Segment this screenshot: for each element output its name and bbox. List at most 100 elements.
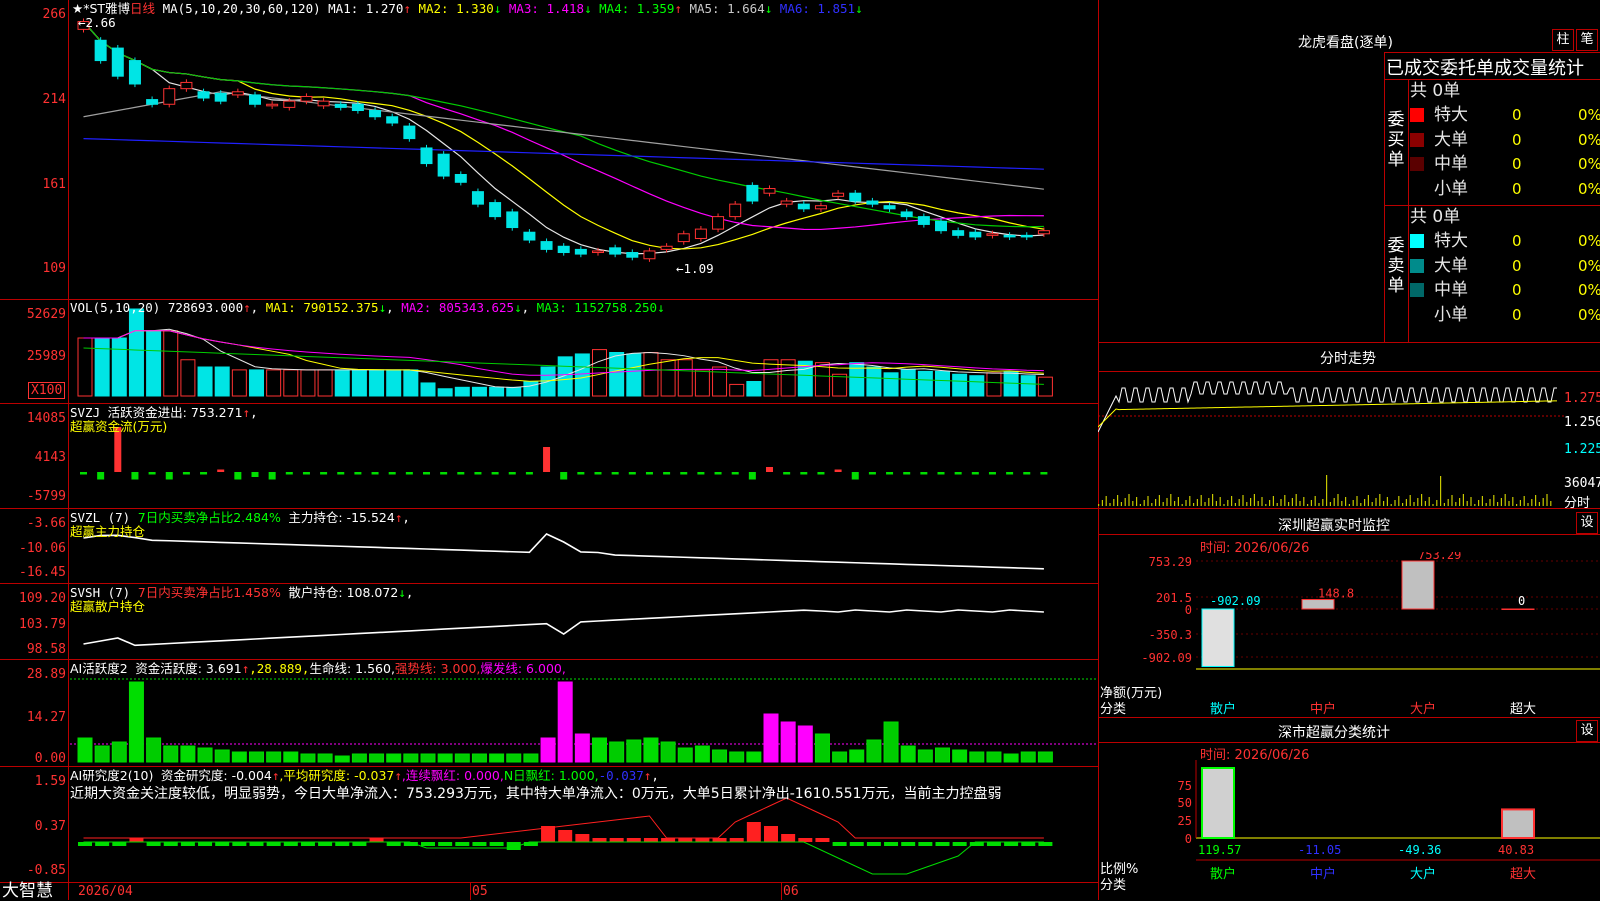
volume-bar <box>300 369 316 397</box>
svzj-bar <box>663 472 671 475</box>
ai1-bar <box>369 753 385 763</box>
ai1-ytick-2: 0.00 <box>34 751 66 766</box>
intraday-chart[interactable] <box>1098 372 1600 508</box>
intraday-vol-bar <box>1291 498 1293 506</box>
kline-legend: ★*ST雅博日线 MA(5,10,20,30,60,120) MA1: 1.27… <box>72 2 863 16</box>
monitor-value-label-2: 753.29 <box>1418 552 1461 562</box>
intraday-vol-bar <box>1193 503 1195 506</box>
svzl-legend: SVZL (7) 7日内买卖净占比2.484% 主力持仓: -15.524↑, <box>70 511 410 525</box>
ai2-ytick-2: -0.85 <box>26 863 66 878</box>
intraday-ytick-2: 1.225 <box>1564 442 1600 457</box>
intraday-vol-bar <box>1307 504 1309 506</box>
ai1-legend: AI活跃度2 资金活跃度: 3.691↑,28.889,生命线: 1.560,强… <box>70 662 566 676</box>
class-ytick: 50 <box>1178 796 1192 810</box>
volume-bar <box>403 369 419 397</box>
svzj-bar <box>148 472 156 475</box>
svzj-bar <box>371 472 379 475</box>
sell-swatch-1 <box>1410 258 1424 273</box>
order-tabs[interactable]: 已成交委托单成交量统计 <box>1386 54 1600 80</box>
ai1-ytick-0: 28.89 <box>26 667 66 682</box>
ai1-bar <box>694 745 710 763</box>
volume-bar <box>231 369 247 397</box>
volume-bar <box>351 369 367 397</box>
intraday-vol-bar <box>1113 499 1115 506</box>
ai2-legend: AI研究度2(10) 资金研究度: -0.004↑,平均研究度: -0.037↑… <box>70 769 659 783</box>
tick-mode-button[interactable]: 笔 <box>1576 29 1598 51</box>
monitor-bar-2 <box>1401 560 1435 610</box>
intraday-vol-bar <box>1238 499 1240 506</box>
buy-vertical-label: 委买单 <box>1387 110 1405 170</box>
svzj-bar <box>474 472 482 475</box>
buy-count-3: 0 <box>1512 179 1522 198</box>
sell-swatch-0 <box>1410 234 1424 248</box>
ai2-bar <box>849 842 864 846</box>
ai2-bar <box>592 838 607 842</box>
ma-line-120 <box>83 137 1044 170</box>
intraday-vol-bar <box>1337 494 1339 506</box>
ai1-bar <box>420 753 436 763</box>
ai2-ytick-1: 0.37 <box>34 819 66 834</box>
kline-high-label: ←2.66 <box>78 15 116 30</box>
intraday-vol-bar <box>1356 496 1358 506</box>
stock-title[interactable]: ★*ST雅博 <box>72 1 130 16</box>
intraday-vol-bar <box>1250 498 1252 506</box>
buy-pct-2: 0% <box>1578 155 1600 173</box>
ai1-bar <box>780 721 796 763</box>
ai2-bar <box>764 826 778 842</box>
svzj-bar <box>714 472 722 475</box>
ai2-bar <box>95 842 110 846</box>
vol-ytick-0: 52629 <box>26 307 66 322</box>
volume-bar <box>986 372 1002 397</box>
intraday-vol-bar <box>1512 497 1514 506</box>
vol-ma1-arrow: ↓ <box>378 300 387 315</box>
sell-row-3: 小单 0 0% <box>1408 304 1600 326</box>
candle <box>592 250 604 254</box>
monitor-settings-button[interactable]: 设 <box>1576 512 1598 534</box>
sell-name-2: 中单 <box>1434 280 1468 300</box>
ai1-bar <box>317 753 333 763</box>
svzj-bar <box>491 472 499 475</box>
main-chart-canvas[interactable] <box>0 0 1098 900</box>
ai2-d6: , <box>651 768 659 783</box>
svzj-bar <box>594 472 602 475</box>
class-category-1: 中户 <box>1310 866 1336 882</box>
volume-bar <box>146 330 162 397</box>
ma-line-20 <box>83 21 1044 231</box>
candle <box>917 216 930 225</box>
svsh-comma: , <box>405 585 414 600</box>
sell-count-3: 0 <box>1512 305 1522 324</box>
candle <box>866 200 879 205</box>
ai1-bar <box>917 749 933 763</box>
ai1-bar <box>832 751 848 763</box>
ai2-bar <box>215 842 230 846</box>
volume-bar <box>729 383 745 397</box>
svzj-bar <box>988 472 996 475</box>
buy-name-1: 大单 <box>1434 129 1468 150</box>
candle <box>1037 230 1050 235</box>
class-category-0: 散户 <box>1210 866 1236 882</box>
class-settings-button[interactable]: 设 <box>1576 720 1598 742</box>
class-value-label-1: -11.05 <box>1298 843 1341 857</box>
intraday-vol-bar <box>1508 501 1510 506</box>
svzj-bar <box>697 472 705 475</box>
svzj-bar <box>131 472 139 480</box>
period-label[interactable]: 日线 <box>130 1 155 16</box>
ai1-bar <box>814 733 830 763</box>
intraday-vol-bar <box>1314 496 1316 506</box>
intraday-vol-bar <box>1531 499 1533 506</box>
volume-bar <box>266 369 282 397</box>
ai2-bar <box>866 842 881 846</box>
vol-unit-button[interactable]: X100 <box>28 382 66 399</box>
buy-total: 共 0单 <box>1408 80 1600 102</box>
volume-bar <box>163 330 179 397</box>
vol-ma3-arrow: ↓ <box>657 300 665 315</box>
intraday-vol-bar <box>1364 499 1366 506</box>
bar-mode-button[interactable]: 柱 <box>1552 29 1574 51</box>
volume-bar <box>471 386 487 397</box>
ai1-bar <box>969 751 985 763</box>
ai2-bar <box>952 842 967 846</box>
ai1-bar <box>231 751 247 763</box>
svzj-bar <box>851 472 859 480</box>
intraday-vol-bar <box>1162 502 1164 506</box>
ai2-bar <box>386 842 401 846</box>
